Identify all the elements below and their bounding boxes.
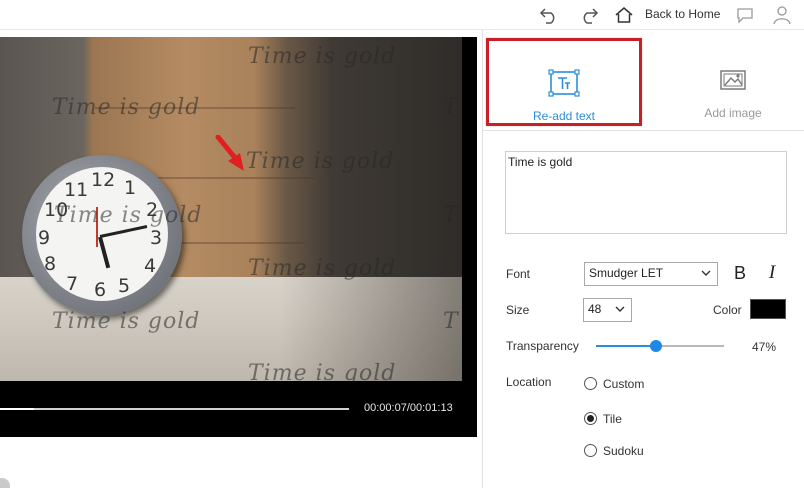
transparency-label: Transparency (506, 339, 579, 353)
watermark-edge-glyph: T (443, 203, 459, 228)
location-tile-label[interactable]: Tile (603, 412, 622, 426)
watermark-edge-glyph: T (443, 309, 459, 334)
bold-glyph: B (733, 262, 746, 283)
location-tile-radio[interactable] (584, 412, 597, 425)
chevron-down-icon (615, 306, 625, 312)
watermark-text-input[interactable] (505, 151, 787, 234)
watermark-text: Time is gold (248, 361, 397, 381)
user-icon[interactable] (771, 4, 793, 26)
watermark-edge-glyph: T (443, 95, 459, 120)
playback-progress[interactable] (0, 408, 349, 410)
image-icon (716, 66, 750, 94)
watermark-text: Time is gold (248, 44, 397, 69)
top-bar: Back to Home (0, 0, 804, 30)
home-icon[interactable] (613, 4, 635, 26)
bold-button[interactable]: B (729, 262, 751, 284)
clock-image: 12 1 2 3 4 5 6 7 8 9 10 11 (22, 155, 182, 315)
size-select-value: 48 (588, 302, 602, 316)
font-select-value: Smudger LET (589, 266, 664, 280)
undo-icon[interactable] (538, 4, 560, 26)
status-indicator (0, 478, 10, 488)
transparency-value: 47% (752, 340, 777, 354)
color-picker[interactable] (750, 299, 786, 319)
panel-separator (483, 130, 804, 131)
clock-face: 12 1 2 3 4 5 6 7 8 9 10 11 (36, 167, 168, 301)
location-sudoku-label[interactable]: Sudoku (603, 444, 644, 458)
location-label: Location (506, 375, 552, 389)
location-sudoku-radio[interactable] (584, 444, 597, 457)
back-to-home-link[interactable]: Back to Home (645, 7, 720, 21)
size-label: Size (506, 303, 530, 317)
playback-time: 00:00:07/00:01:13 (364, 402, 453, 414)
watermark-text: Time is gold (54, 203, 203, 228)
redo-icon[interactable] (578, 4, 600, 26)
slider-fill (596, 345, 657, 347)
re-add-text-tab[interactable]: Re-add text (486, 38, 642, 126)
italic-button[interactable]: I (761, 262, 783, 284)
chat-bubble-icon[interactable] (734, 4, 756, 26)
italic-glyph: I (768, 262, 776, 283)
transparency-slider-thumb[interactable] (650, 340, 663, 352)
text-box-icon (547, 69, 581, 97)
video-player[interactable]: 12 1 2 3 4 5 6 7 8 9 10 11 Time is gold … (0, 37, 477, 437)
font-label: Font (506, 267, 531, 281)
panel-divider (482, 30, 483, 488)
font-select[interactable]: Smudger LET (584, 262, 718, 286)
location-custom-radio[interactable] (584, 377, 597, 390)
video-preview: 12 1 2 3 4 5 6 7 8 9 10 11 Time is gold … (0, 37, 462, 381)
size-select[interactable]: 48 (583, 298, 632, 322)
progress-fill (0, 408, 34, 410)
watermark-text: Time is gold (248, 256, 397, 281)
chevron-down-icon (701, 270, 711, 276)
red-arrow-icon (215, 135, 244, 171)
add-image-tab[interactable]: Add image (660, 38, 804, 126)
location-custom-label[interactable]: Custom (603, 377, 644, 391)
add-image-label: Add image (704, 106, 762, 120)
watermark-text: Time is gold (52, 309, 201, 334)
re-add-text-label: Re-add text (532, 109, 596, 123)
color-label: Color (713, 303, 742, 317)
watermark-text: Time is gold (52, 95, 201, 120)
watermark-text: Time is gold (246, 149, 395, 174)
